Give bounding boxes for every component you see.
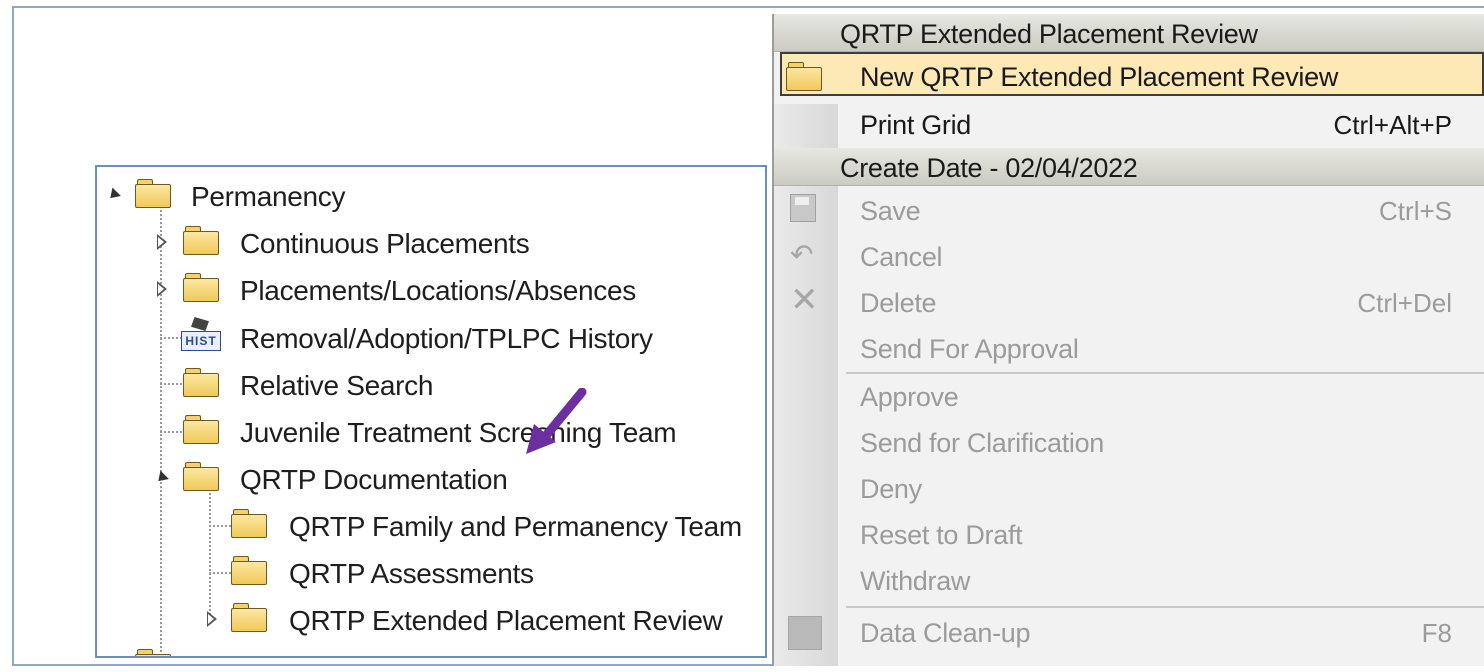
tree-item-relative-search[interactable]: Relative Search bbox=[97, 364, 697, 404]
menu-shortcut: Ctrl+S bbox=[1379, 196, 1452, 226]
folder-icon bbox=[183, 273, 219, 302]
tree-item-label: Removal/Adoption/TPLPC History bbox=[240, 323, 653, 354]
menu-item-label: Send For Approval bbox=[860, 334, 1079, 364]
menu-separator bbox=[846, 606, 1484, 608]
folder-icon bbox=[231, 556, 267, 585]
folder-icon bbox=[183, 415, 219, 444]
expand-arrow-icon[interactable] bbox=[157, 281, 167, 297]
reset-to-draft-menu-item[interactable]: Reset to Draft bbox=[774, 512, 1484, 556]
tree-item-qrtp-extended-placement-review[interactable]: QRTP Extended Placement Review bbox=[97, 599, 757, 639]
menu-header-label: Create Date - 02/04/2022 bbox=[840, 153, 1138, 183]
history-icon: HIST bbox=[181, 317, 221, 351]
delete-x-icon: ✕ bbox=[790, 281, 819, 319]
save-icon bbox=[790, 194, 816, 222]
cleanup-icon bbox=[788, 616, 822, 650]
tree-item-qrtp-documentation[interactable]: QRTP Documentation bbox=[97, 458, 697, 498]
menu-shortcut: Ctrl+Alt+P bbox=[1333, 110, 1453, 140]
menu-item-label: New QRTP Extended Placement Review bbox=[860, 62, 1339, 92]
undo-icon: ↶ bbox=[790, 239, 814, 270]
folder-icon bbox=[231, 509, 267, 538]
send-for-approval-menu-item[interactable]: Send For Approval bbox=[774, 326, 1484, 370]
menu-shortcut: Ctrl+Del bbox=[1357, 288, 1452, 318]
folder-icon bbox=[135, 179, 171, 208]
tree-item-label: Continuous Placements bbox=[240, 228, 530, 259]
tree-item-label: QRTP Family and Permanency Team bbox=[289, 511, 742, 542]
tree-item-label: Permanency bbox=[191, 181, 346, 212]
menu-item-label: Send for Clarification bbox=[860, 428, 1105, 458]
new-qrtp-review-menu-item[interactable]: New QRTP Extended Placement Review bbox=[780, 52, 1484, 96]
tree-item-qrtp-assessments[interactable]: QRTP Assessments bbox=[97, 552, 697, 592]
context-menu: QRTP Extended Placement Review New QRTP … bbox=[772, 14, 1484, 666]
data-cleanup-menu-item[interactable]: Data Clean-up F8 bbox=[774, 610, 1484, 654]
save-menu-item[interactable]: Save Ctrl+S bbox=[774, 188, 1484, 232]
menu-item-label: Approve bbox=[860, 382, 959, 412]
menu-item-label: Withdraw bbox=[860, 566, 971, 596]
tree-item-label: Relative Search bbox=[240, 370, 434, 401]
folder-icon bbox=[183, 368, 219, 397]
tree-item-continuous-placements[interactable]: Continuous Placements bbox=[97, 222, 697, 262]
withdraw-menu-item[interactable]: Withdraw bbox=[774, 558, 1484, 602]
collapse-arrow-icon[interactable] bbox=[154, 470, 169, 486]
tree-item-label: QRTP Assessments bbox=[289, 558, 534, 589]
folder-icon bbox=[135, 649, 171, 656]
tree-item-permanency[interactable]: Permanency bbox=[97, 175, 697, 215]
menu-header-label: QRTP Extended Placement Review bbox=[840, 19, 1258, 49]
menu-section-header: QRTP Extended Placement Review bbox=[774, 14, 1484, 52]
tree-item-qrtp-family-permanency-team[interactable]: QRTP Family and Permanency Team bbox=[97, 505, 765, 545]
menu-item-label: Delete bbox=[860, 288, 937, 318]
tree-item-removal-adoption-history[interactable]: HIST Removal/Adoption/TPLPC History bbox=[97, 317, 697, 357]
menu-item-label: Cancel bbox=[860, 242, 943, 272]
tree-item-label: Placements/Locations/Absences bbox=[240, 275, 636, 306]
folder-icon bbox=[786, 62, 822, 91]
tree-item-label: Juvenile Treatment Screening Team bbox=[240, 417, 677, 448]
expand-arrow-icon[interactable] bbox=[157, 234, 167, 250]
menu-item-label: Print Grid bbox=[860, 110, 972, 140]
tree-item-juvenile-treatment-screening-team[interactable]: Juvenile Treatment Screening Team bbox=[97, 411, 697, 451]
folder-icon bbox=[183, 226, 219, 255]
approve-menu-item[interactable]: Approve bbox=[774, 374, 1484, 418]
cancel-menu-item[interactable]: ↶ Cancel bbox=[774, 234, 1484, 278]
expand-arrow-icon[interactable] bbox=[207, 611, 217, 627]
tree-item-placements-locations-absences[interactable]: Placements/Locations/Absences bbox=[97, 269, 697, 309]
collapse-arrow-icon[interactable] bbox=[106, 187, 121, 203]
menu-item-label: Data Clean-up bbox=[860, 618, 1031, 648]
menu-item-label: Reset to Draft bbox=[860, 520, 1023, 550]
tree-panel: Permanency Continuous Placements Placeme… bbox=[95, 165, 767, 658]
send-for-clarification-menu-item[interactable]: Send for Clarification bbox=[774, 420, 1484, 464]
annotation-arrow bbox=[526, 388, 587, 454]
tree-item-label: QRTP Documentation bbox=[240, 464, 508, 495]
folder-icon bbox=[183, 462, 219, 491]
delete-menu-item[interactable]: ✕ Delete Ctrl+Del bbox=[774, 280, 1484, 324]
tree-item-label: QRTP Extended Placement Review bbox=[289, 605, 723, 636]
menu-section-header: Create Date - 02/04/2022 bbox=[774, 148, 1484, 186]
print-grid-menu-item[interactable]: Print Grid Ctrl+Alt+P bbox=[774, 102, 1484, 146]
deny-menu-item[interactable]: Deny bbox=[774, 466, 1484, 510]
folder-icon bbox=[231, 603, 267, 632]
menu-shortcut: F8 bbox=[1421, 618, 1452, 648]
menu-item-label: Deny bbox=[860, 474, 922, 504]
menu-item-label: Save bbox=[860, 196, 921, 226]
